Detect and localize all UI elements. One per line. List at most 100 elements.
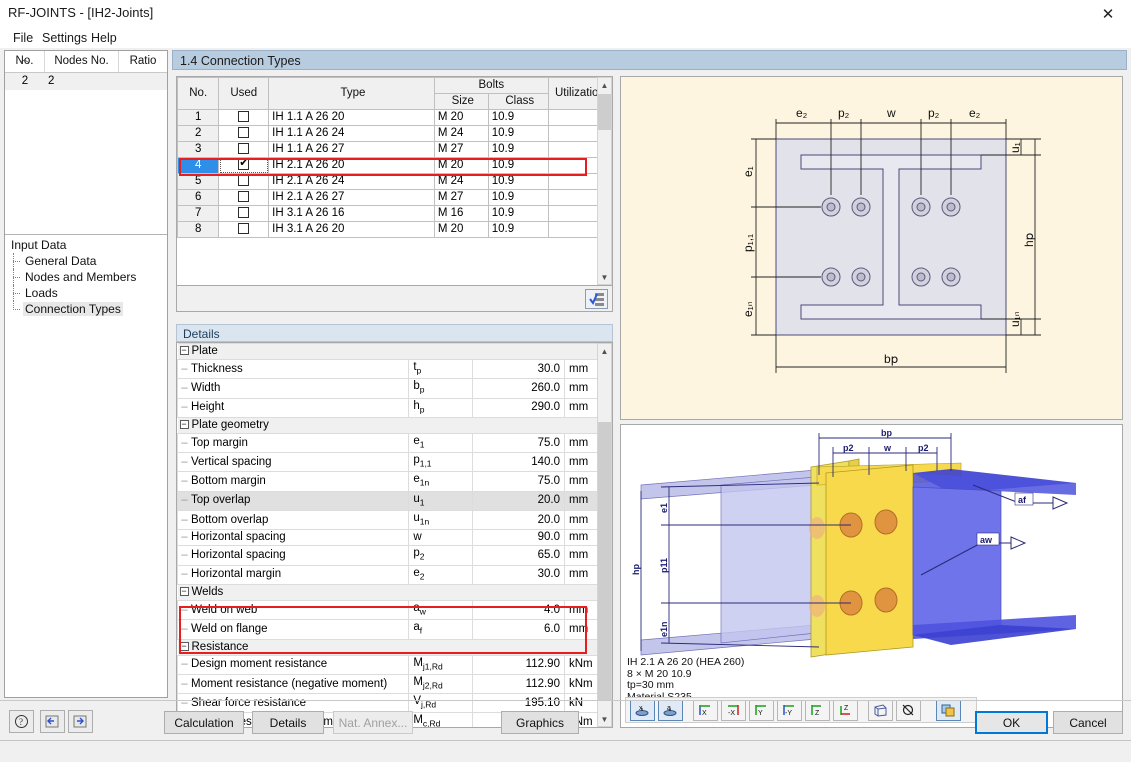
- details-row[interactable]: – Top margin e1 75.0 mm: [177, 432, 612, 454]
- view-pos-y-button[interactable]: Y: [749, 699, 774, 721]
- details-title: Details: [183, 327, 220, 341]
- calculation-button[interactable]: Calculation: [164, 711, 244, 734]
- cell-used-checkbox[interactable]: [218, 125, 270, 142]
- cell-type: IH 3.1 A 26 20: [268, 221, 435, 238]
- collapse-icon[interactable]: −: [179, 587, 189, 597]
- sidebar-item-loads[interactable]: Loads: [5, 285, 167, 301]
- cell-used-checkbox[interactable]: [218, 173, 270, 190]
- details-group-header[interactable]: − Welds: [177, 583, 612, 601]
- sidebar-item-label: Connection Types: [23, 302, 123, 316]
- checkbox-used[interactable]: [238, 111, 250, 123]
- scrollbar-thumb[interactable]: [598, 94, 611, 130]
- help-icon[interactable]: ?: [9, 710, 34, 733]
- collapse-icon[interactable]: −: [179, 346, 189, 356]
- details-row[interactable]: – Moment resistance (negative moment) Mj2,…: [177, 673, 612, 695]
- tree-root-input-data[interactable]: Input Data: [5, 237, 167, 253]
- table-scrollbar[interactable]: ▲ ▼: [597, 77, 612, 285]
- import-icon[interactable]: [40, 710, 65, 733]
- details-row[interactable]: – Bottom overlap u1n 20.0 mm: [177, 510, 612, 531]
- cell-used-checkbox[interactable]: [218, 109, 270, 126]
- cell-used-checkbox[interactable]: [218, 141, 270, 158]
- view-x-axis-button[interactable]: x: [630, 699, 655, 721]
- details-row[interactable]: – Width bp 260.0 mm: [177, 378, 612, 399]
- checkbox-used[interactable]: [238, 127, 250, 139]
- details-header: Details: [176, 324, 613, 342]
- cell-used-checkbox[interactable]: [218, 205, 270, 222]
- nodes-col-no[interactable]: ︿ No.: [5, 51, 45, 72]
- cell-bolt-class: 10.9: [487, 141, 549, 158]
- nodes-col-ratio[interactable]: Ratio: [119, 51, 167, 72]
- checkbox-used[interactable]: [238, 156, 250, 171]
- th-size[interactable]: Size: [433, 93, 489, 110]
- view-pos-x-button[interactable]: X: [693, 699, 718, 721]
- details-row[interactable]: – Height hp 290.0 mm: [177, 397, 612, 418]
- sidebar-item-nodes-and-members[interactable]: Nodes and Members: [5, 269, 167, 285]
- table-row[interactable]: 5 IH 2.1 A 26 24 M 24 10.9: [176, 173, 613, 190]
- scroll-down-icon[interactable]: ▼: [598, 270, 611, 284]
- checkbox-used[interactable]: [238, 207, 250, 219]
- filter-icon[interactable]: [585, 289, 608, 309]
- view-a-axis-button[interactable]: a: [658, 699, 683, 721]
- th-class[interactable]: Class: [487, 93, 549, 110]
- svg-text:-X: -X: [728, 710, 735, 717]
- details-row[interactable]: – Thickness tp 30.0 mm: [177, 358, 612, 380]
- close-icon[interactable]: ✕: [1085, 0, 1131, 28]
- checkbox-used[interactable]: [238, 191, 250, 203]
- details-group-header[interactable]: − Plate: [177, 343, 612, 360]
- table-row[interactable]: 1 IH 1.1 A 26 20 M 20 10.9: [176, 109, 613, 126]
- nodes-col-nodes-no[interactable]: Nodes No.: [45, 51, 119, 72]
- sidebar-item-connection-types[interactable]: Connection Types: [5, 301, 167, 317]
- scrollbar-thumb[interactable]: [598, 422, 611, 700]
- details-row[interactable]: – Vertical spacing p1,1 140.0 mm: [177, 452, 612, 473]
- scroll-up-icon[interactable]: ▲: [598, 78, 611, 92]
- details-button[interactable]: Details: [252, 711, 324, 734]
- details-row[interactable]: – Top overlap u1 20.0 mm: [177, 490, 612, 512]
- details-row[interactable]: – Horizontal spacing w 90.0 mm: [177, 529, 612, 547]
- view-isometric-button[interactable]: [868, 699, 893, 721]
- th-no[interactable]: No.: [176, 77, 220, 110]
- checkbox-used[interactable]: [238, 223, 250, 235]
- collapse-icon[interactable]: −: [179, 420, 189, 430]
- scroll-up-icon[interactable]: ▲: [598, 344, 611, 358]
- th-used[interactable]: Used: [218, 77, 270, 110]
- detail-label: – Horizontal spacing: [177, 545, 410, 566]
- table-row[interactable]: 3 IH 1.1 A 26 27 M 27 10.9: [176, 141, 613, 158]
- view-neg-z-button[interactable]: Z: [833, 699, 858, 721]
- menu-item-help[interactable]: Help: [86, 30, 122, 46]
- table-row[interactable]: 6 IH 2.1 A 26 27 M 27 10.9: [176, 189, 613, 206]
- details-row[interactable]: – Horizontal margin e2 30.0 mm: [177, 564, 612, 585]
- cell-used-checkbox[interactable]: [218, 221, 270, 238]
- table-row[interactable]: 4 IH 2.1 A 26 20M 2010.9: [176, 156, 613, 174]
- graphics-button[interactable]: Graphics: [501, 711, 579, 734]
- details-row[interactable]: – Design moment resistance Mj1,Rd 112.90 kNm: [177, 654, 612, 675]
- details-row[interactable]: – Weld on web aw 4.0 mm: [177, 599, 612, 621]
- details-scrollbar[interactable]: ▲ ▼: [597, 343, 612, 727]
- details-row[interactable]: – Weld on flange af 6.0 mm: [177, 619, 612, 640]
- nodes-table-row[interactable]: 2 2: [5, 73, 167, 90]
- cell-used-checkbox[interactable]: [218, 156, 270, 174]
- th-type[interactable]: Type: [268, 77, 435, 110]
- table-row[interactable]: 2 IH 1.1 A 26 24 M 24 10.9: [176, 125, 613, 142]
- table-row[interactable]: 8 IH 3.1 A 26 20 M 20 10.9: [176, 221, 613, 238]
- details-group-header[interactable]: − Plate geometry: [177, 416, 612, 434]
- view-rotate-button[interactable]: [896, 699, 921, 721]
- view-pos-z-button[interactable]: Z: [805, 699, 830, 721]
- scroll-down-icon[interactable]: ▼: [598, 712, 611, 726]
- ok-button[interactable]: OK: [975, 711, 1048, 734]
- export-icon[interactable]: [68, 710, 93, 733]
- cell-used-checkbox[interactable]: [218, 189, 270, 206]
- view-neg-x-button[interactable]: -X: [721, 699, 746, 721]
- details-group-header[interactable]: − Resistance: [177, 638, 612, 656]
- menu-item-settings[interactable]: Settings: [37, 30, 92, 46]
- view-neg-y-button[interactable]: -Y: [777, 699, 802, 721]
- view-render-mode-button[interactable]: [936, 699, 961, 721]
- cancel-button[interactable]: Cancel: [1053, 711, 1123, 734]
- checkbox-used[interactable]: [238, 143, 250, 155]
- collapse-icon[interactable]: −: [179, 642, 189, 652]
- sidebar-item-general-data[interactable]: General Data: [5, 253, 167, 269]
- menu-item-file[interactable]: File: [8, 30, 38, 46]
- table-row[interactable]: 7 IH 3.1 A 26 16 M 16 10.9: [176, 205, 613, 222]
- details-row[interactable]: – Bottom margin e1n 75.0 mm: [177, 471, 612, 492]
- details-row[interactable]: – Horizontal spacing p2 65.0 mm: [177, 545, 612, 566]
- checkbox-used[interactable]: [238, 175, 250, 187]
